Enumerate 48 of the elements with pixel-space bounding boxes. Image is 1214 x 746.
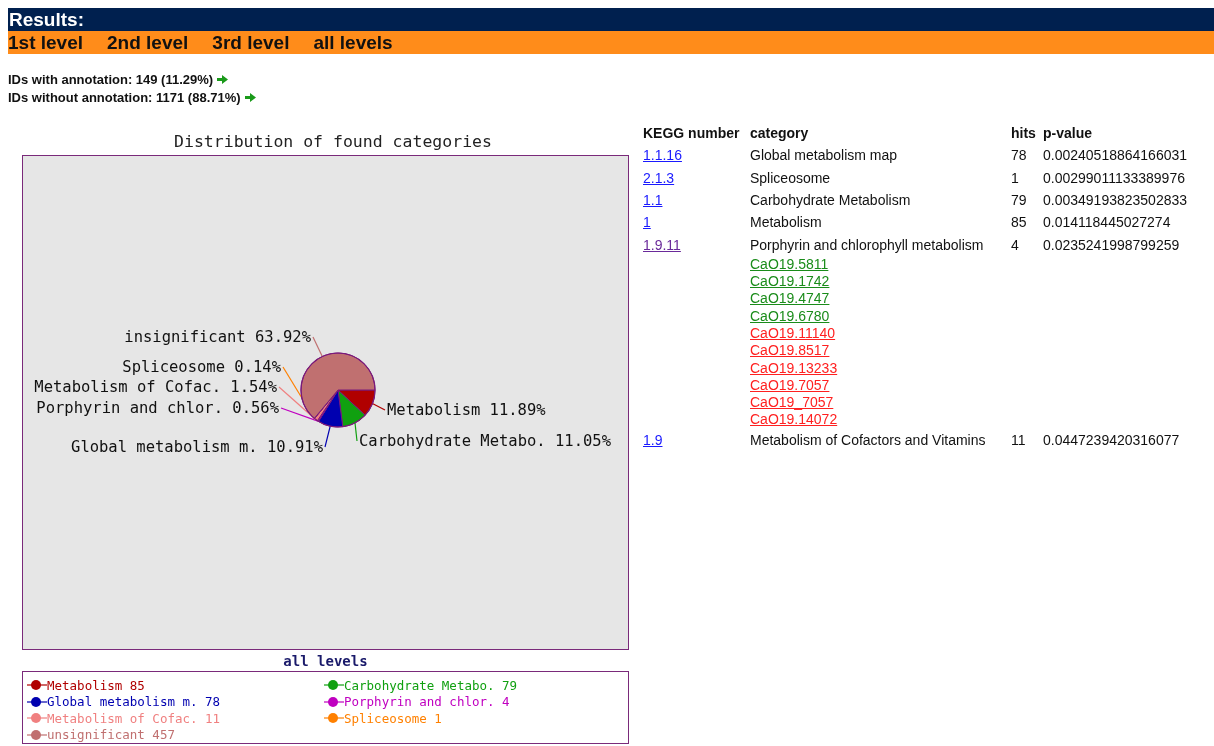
p-value: 0.00349193823502833 xyxy=(1043,192,1188,209)
category-text: Spliceosome xyxy=(750,169,832,186)
slice-label: Global metabolism m. xyxy=(71,438,258,456)
hits-value: 79 xyxy=(1011,192,1028,209)
category-text: Global metabolism map xyxy=(750,147,899,164)
column-header: p-value xyxy=(1043,125,1093,142)
slice-label: Spliceosome xyxy=(122,358,225,376)
legend-label: Metabolism 85 xyxy=(47,677,145,693)
category-text: Metabolism xyxy=(750,214,823,231)
category-text: Carbohydrate Metabolism xyxy=(750,192,912,209)
hits-value: 78 xyxy=(1011,147,1028,164)
slice-label: Carbohydrate Metabo. xyxy=(359,432,546,450)
legend-label: Global metabolism m. 78 xyxy=(47,694,221,710)
slice-value: 1.54% xyxy=(230,378,277,396)
slice-value: 11.89% xyxy=(489,401,546,419)
slice-label: insignificant xyxy=(124,328,246,346)
p-value: 0.014118445027274 xyxy=(1043,214,1172,231)
hits-value: 11 xyxy=(1011,431,1027,448)
annotation-text: IDs without annotation: 1171 (88.71%) xyxy=(8,89,241,105)
slice-value: 0.56% xyxy=(232,399,279,417)
column-header: hits xyxy=(1011,125,1037,142)
hits-value: 1 xyxy=(1011,169,1020,186)
column-header: KEGG number xyxy=(643,125,741,142)
slice-value: 63.92% xyxy=(255,328,311,346)
slice-value: 10.91% xyxy=(267,438,323,456)
p-value: 0.00299011133389976 xyxy=(1043,169,1186,186)
p-value: 0.00240518864166031 xyxy=(1043,147,1188,164)
p-value: 0.0235241998799259 xyxy=(1043,236,1181,253)
annotation-text: IDs with annotation: 149 (11.29%) xyxy=(8,71,214,87)
hits-value: 85 xyxy=(1011,214,1028,231)
legend-label: Spliceosome 1 xyxy=(344,710,442,726)
chart-title: Distribution of found categories xyxy=(173,132,493,153)
results-title: Results: xyxy=(8,8,1214,31)
slice-label: Metabolism xyxy=(387,401,481,419)
hits-value: 4 xyxy=(1011,236,1020,253)
legend-label: Carbohydrate Metabo. 79 xyxy=(344,677,518,693)
category-text: Metabolism of Cofactors and Vitamins xyxy=(750,431,987,448)
slice-value: 0.14% xyxy=(234,358,281,376)
column-header: category xyxy=(750,125,810,142)
slice-value: 11.05% xyxy=(555,432,611,450)
legend-label: Metabolism of Cofac. 11 xyxy=(47,710,221,726)
slice-label: Metabolism of Cofac. xyxy=(34,378,221,396)
legend-title: all levels xyxy=(282,652,369,671)
legend-label: Porphyrin and chlor. 4 xyxy=(344,694,510,710)
p-value: 0.0447239420316077 xyxy=(1043,431,1181,448)
category-text: Porphyrin and chlorophyll metabolism xyxy=(750,236,985,253)
legend-label: unsignificant 457 xyxy=(47,727,175,743)
slice-label: Porphyrin and chlor. xyxy=(36,399,223,417)
